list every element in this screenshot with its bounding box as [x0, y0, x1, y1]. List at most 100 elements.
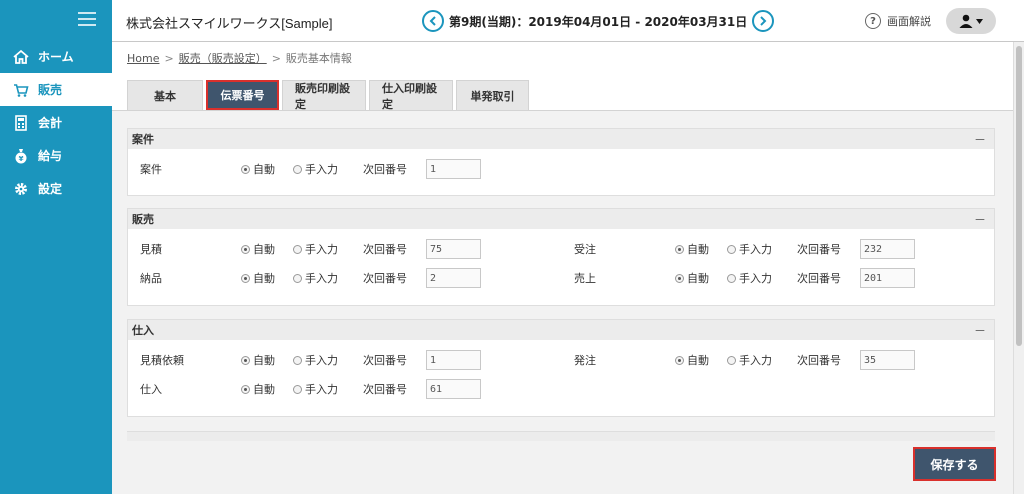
help-button[interactable]: ? 画面解説 [865, 13, 931, 29]
number-row-delivery: 納品 自動 手入力 次回番号 [128, 267, 558, 289]
next-number-input[interactable] [426, 159, 481, 179]
home-icon [12, 48, 30, 66]
field-label: 受注 [574, 243, 596, 256]
auto-radio[interactable]: 自動 [241, 352, 275, 368]
help-label: 画面解説 [887, 15, 931, 28]
manual-radio[interactable]: 手入力 [293, 352, 338, 368]
sidebar-item-label: 設定 [38, 182, 63, 196]
auto-radio[interactable]: 自動 [241, 381, 275, 397]
field-label: 仕入 [140, 383, 162, 396]
breadcrumb: Home > 販売（販売設定） > 販売基本情報 [127, 52, 352, 65]
cart-icon [12, 81, 30, 99]
tab-basic[interactable]: 基本 [127, 80, 203, 110]
sidebar-item-label: ホーム [38, 50, 74, 64]
company-name: 株式会社スマイルワークス[Sample] [126, 16, 333, 31]
sidebar-item-label: 給与 [38, 149, 63, 163]
tab-bar: 基本 伝票番号 販売印刷設定 仕入印刷設定 単発取引 [127, 80, 532, 111]
collapse-button[interactable]: － [974, 322, 986, 339]
manual-radio[interactable]: 手入力 [293, 270, 338, 286]
next-number-input[interactable] [426, 268, 481, 288]
auto-radio[interactable]: 自動 [241, 161, 275, 177]
section-title: 販売 [132, 213, 154, 226]
auto-radio[interactable]: 自動 [675, 352, 709, 368]
manual-radio[interactable]: 手入力 [727, 352, 772, 368]
user-menu-button[interactable] [946, 8, 996, 34]
next-number-label: 次回番号 [363, 243, 407, 256]
next-number-label: 次回番号 [797, 272, 841, 285]
chevron-left-icon [429, 16, 436, 26]
page-scrollbar[interactable] [1013, 42, 1024, 494]
svg-text:¥: ¥ [19, 155, 24, 163]
manual-radio[interactable]: 手入力 [727, 270, 772, 286]
calculator-icon [12, 114, 30, 132]
period-selector: 第9期(当期)：2019年04月01日 - 2020年03月31日 [422, 10, 775, 32]
number-row-project: 案件 自動 手入力 次回番号 [128, 158, 558, 180]
sidebar-item-label: 会計 [38, 116, 63, 130]
header: 株式会社スマイルワークス[Sample] 第9期(当期)：2019年04月01日… [112, 0, 1024, 42]
sidebar: ホーム 販売 会計 ¥ 給与 設定 [0, 0, 112, 494]
section-title: 案件 [132, 133, 154, 146]
next-number-label: 次回番号 [363, 163, 407, 176]
save-button[interactable]: 保存する [913, 447, 996, 481]
number-row-quote-request: 見積依頼 自動 手入力 次回番号 [128, 349, 558, 371]
next-number-input[interactable] [860, 239, 915, 259]
sidebar-item-home[interactable]: ホーム [0, 40, 112, 73]
sidebar-item-settings[interactable]: 設定 [0, 172, 112, 205]
scroll-thumb[interactable] [1016, 46, 1022, 346]
field-label: 案件 [140, 163, 162, 176]
next-number-input[interactable] [426, 379, 481, 399]
section-title: 仕入 [132, 324, 154, 337]
period-label: 第9期(当期)：2019年04月01日 - 2020年03月31日 [449, 14, 748, 29]
section-purchase: 仕入 － 見積依頼 自動 手入力 次回番号 仕入 自動 手入力 次回番号 発注 … [127, 319, 995, 417]
field-label: 見積 [140, 243, 162, 256]
tab-sales-print-settings[interactable]: 販売印刷設定 [282, 80, 366, 111]
breadcrumb-home-link[interactable]: Home [127, 52, 159, 65]
number-row-purchase-order: 発注 自動 手入力 次回番号 [562, 349, 992, 371]
hamburger-menu-icon[interactable] [78, 12, 96, 26]
collapse-button[interactable]: － [974, 131, 986, 148]
auto-radio[interactable]: 自動 [675, 270, 709, 286]
money-bag-icon: ¥ [12, 147, 30, 165]
section-next-header [127, 431, 995, 441]
next-number-input[interactable] [860, 350, 915, 370]
manual-radio[interactable]: 手入力 [727, 241, 772, 257]
tab-purchase-print-settings[interactable]: 仕入印刷設定 [369, 80, 453, 111]
number-row-order: 受注 自動 手入力 次回番号 [562, 238, 992, 260]
next-number-input[interactable] [860, 268, 915, 288]
sidebar-item-accounting[interactable]: 会計 [0, 106, 112, 139]
manual-radio[interactable]: 手入力 [293, 161, 338, 177]
sidebar-item-label: 販売 [38, 83, 63, 97]
next-number-input[interactable] [426, 239, 481, 259]
next-number-label: 次回番号 [797, 243, 841, 256]
next-period-button[interactable] [752, 10, 775, 32]
section-project: 案件 － 案件 自動 手入力 次回番号 [127, 128, 995, 196]
breadcrumb-current: 販売基本情報 [285, 52, 352, 65]
manual-radio[interactable]: 手入力 [293, 381, 338, 397]
section-sales: 販売 － 見積 自動 手入力 次回番号 納品 自動 手入力 次回番号 受注 自動… [127, 208, 995, 306]
tab-slip-number[interactable]: 伝票番号 [206, 80, 279, 110]
sidebar-item-payroll[interactable]: ¥ 給与 [0, 139, 112, 172]
main-content: 案件 － 案件 自動 手入力 次回番号 販売 － 見積 自動 手入力 次回番号 … [112, 110, 1013, 494]
sidebar-item-sales[interactable]: 販売 [0, 73, 112, 106]
next-number-input[interactable] [426, 350, 481, 370]
breadcrumb-sales-settings-link[interactable]: 販売（販売設定） [179, 52, 267, 65]
auto-radio[interactable]: 自動 [241, 241, 275, 257]
question-icon: ? [865, 13, 881, 29]
next-number-label: 次回番号 [363, 354, 407, 367]
user-icon [959, 14, 983, 28]
field-label: 見積依頼 [140, 354, 184, 367]
next-number-label: 次回番号 [797, 354, 841, 367]
prev-period-button[interactable] [422, 10, 444, 32]
field-label: 売上 [574, 272, 596, 285]
collapse-button[interactable]: － [974, 211, 986, 228]
next-number-label: 次回番号 [363, 383, 407, 396]
tab-single-transaction[interactable]: 単発取引 [456, 80, 529, 110]
manual-radio[interactable]: 手入力 [293, 241, 338, 257]
auto-radio[interactable]: 自動 [241, 270, 275, 286]
auto-radio[interactable]: 自動 [675, 241, 709, 257]
chevron-right-icon [760, 16, 767, 26]
number-row-sale: 売上 自動 手入力 次回番号 [562, 267, 992, 289]
gear-icon [12, 180, 30, 198]
field-label: 発注 [574, 354, 596, 367]
number-row-purchase: 仕入 自動 手入力 次回番号 [128, 378, 558, 400]
